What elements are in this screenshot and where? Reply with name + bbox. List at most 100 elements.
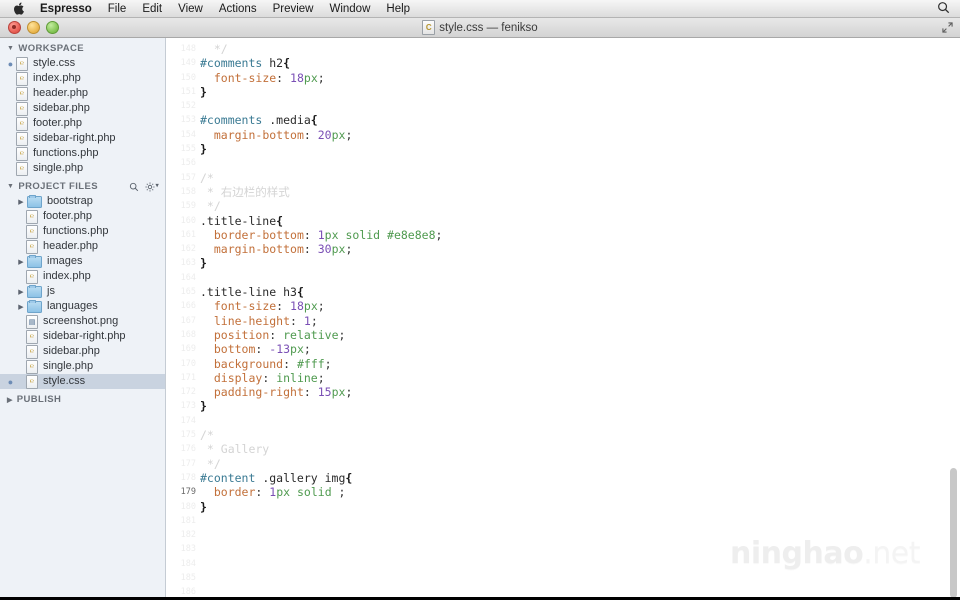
menu-window[interactable]: Window [321,0,378,18]
code-content[interactable]: */#comments h2{ font-size: 18px;} #comme… [200,38,442,600]
chevron-down-icon[interactable]: ▼ [7,183,14,190]
chevron-down-icon[interactable]: ▼ [7,45,14,52]
code-line[interactable]: */ [200,42,442,56]
file-row[interactable]: ℮ sidebar.php [0,101,165,116]
code-line[interactable]: background: #fff; [200,357,442,371]
code-line[interactable] [200,528,442,542]
line-number: 181 [180,515,196,526]
file-row[interactable]: ℮ sidebar.php [0,344,165,359]
menu-help[interactable]: Help [378,0,418,18]
file-row[interactable]: ℮ index.php [0,269,165,284]
php-file-icon: ℮ [26,359,38,374]
code-line[interactable]: font-size: 18px; [200,71,442,85]
file-name-label: index.php [43,270,91,282]
code-line[interactable]: /* [200,171,442,185]
file-row[interactable]: ℮ single.php [0,161,165,176]
file-row[interactable]: ℮ index.php [0,71,165,86]
code-line[interactable]: bottom: -13px; [200,342,442,356]
sidebar-section-workspace[interactable]: ▼ WORKSPACE [0,41,165,56]
code-line[interactable]: * 右边栏的样式 [200,185,442,199]
menu-view[interactable]: View [170,0,211,18]
code-line[interactable]: } [200,500,442,514]
menu-edit[interactable]: Edit [134,0,170,18]
file-row[interactable]: ▤ screenshot.png [0,314,165,329]
file-row[interactable]: ℮ single.php [0,359,165,374]
code-line[interactable]: line-height: 1; [200,314,442,328]
file-row[interactable]: ℮ header.php [0,239,165,254]
code-line[interactable]: /* [200,428,442,442]
code-line[interactable] [200,99,442,113]
chevron-right-icon[interactable]: ▶ [16,303,26,311]
file-row[interactable]: ℮ functions.php [0,224,165,239]
code-line[interactable]: } [200,142,442,156]
sidebar-section-publish[interactable]: ▶ PUBLISH [0,392,165,407]
menu-file[interactable]: File [100,0,135,18]
editor-vertical-scrollbar[interactable] [949,38,958,600]
code-line[interactable]: display: inline; [200,371,442,385]
window-titlebar[interactable]: C style.css — fenikso [0,18,960,38]
code-line[interactable] [200,156,442,170]
code-line[interactable] [200,514,442,528]
file-navigator-sidebar[interactable]: ▼ WORKSPACE ● ℮ style.css ℮ index.php ℮ header.p… [0,38,166,600]
code-line[interactable]: } [200,85,442,99]
file-row[interactable]: ℮ sidebar-right.php [0,131,165,146]
code-token: } [200,84,207,99]
folder-icon [27,299,42,313]
code-line[interactable]: margin-bottom: 30px; [200,242,442,256]
file-row[interactable]: ℮ footer.php [0,209,165,224]
search-icon[interactable] [129,182,139,192]
fullscreen-expand-icon[interactable] [942,22,960,33]
chevron-right-icon[interactable]: ▶ [16,198,26,206]
scrollbar-thumb[interactable] [950,468,957,598]
apple-logo-icon[interactable] [8,2,30,15]
code-line[interactable]: .title-line h3{ [200,285,442,299]
close-button[interactable] [8,21,21,34]
sidebar-section-project-files[interactable]: ▼ PROJECT FILES ▾ [0,179,165,194]
code-editor[interactable]: 148 149 150 151 152 153 154 155 156 157 158 159 160 1… [166,38,960,600]
code-line[interactable]: #content .gallery img{ [200,471,442,485]
code-line[interactable]: * Gallery [200,442,442,456]
file-row[interactable]: ▶ js [0,284,165,299]
file-row[interactable]: ℮ footer.php [0,116,165,131]
code-line[interactable] [200,571,442,585]
zoom-button[interactable] [46,21,59,34]
code-line[interactable]: position: relative; [200,328,442,342]
search-icon[interactable] [937,1,950,17]
file-row[interactable]: ▶ images [0,254,165,269]
code-line[interactable]: #comments h2{ [200,56,442,70]
code-line[interactable]: font-size: 18px; [200,299,442,313]
code-line[interactable]: */ [200,457,442,471]
code-line[interactable] [200,542,442,556]
code-line[interactable]: */ [200,199,442,213]
code-line[interactable]: } [200,256,442,270]
chevron-right-icon[interactable]: ▶ [16,288,26,296]
code-line[interactable]: .title-line{ [200,214,442,228]
file-row[interactable]: ▶ languages [0,299,165,314]
file-row[interactable]: ● ℮ style.css [0,374,165,389]
file-row[interactable]: ℮ header.php [0,86,165,101]
code-line[interactable]: border-bottom: 1px solid #e8e8e8; [200,228,443,242]
line-number: 184 [180,558,196,569]
gear-icon[interactable]: ▾ [145,182,159,192]
menu-actions[interactable]: Actions [211,0,265,18]
code-line[interactable]: border: 1px solid ; [200,485,442,499]
code-line[interactable]: #comments .media{ [200,113,442,127]
menu-preview[interactable]: Preview [265,0,322,18]
file-row[interactable]: ● ℮ style.css [0,56,165,71]
minimize-button[interactable] [27,21,40,34]
file-name-label: header.php [33,87,89,99]
code-line[interactable] [200,414,442,428]
code-line[interactable] [200,557,442,571]
file-row[interactable]: ℮ functions.php [0,146,165,161]
menu-espresso[interactable]: Espresso [32,0,100,18]
line-number: 156 [180,158,196,169]
code-token: #comments [200,113,263,128]
code-line[interactable]: } [200,399,442,413]
chevron-right-icon[interactable]: ▶ [7,396,13,404]
code-line[interactable] [200,271,442,285]
code-line[interactable]: padding-right: 15px; [200,385,442,399]
file-row[interactable]: ▶ bootstrap [0,194,165,209]
code-line[interactable]: margin-bottom: 20px; [200,128,442,142]
file-row[interactable]: ℮ sidebar-right.php [0,329,165,344]
chevron-right-icon[interactable]: ▶ [16,258,26,266]
